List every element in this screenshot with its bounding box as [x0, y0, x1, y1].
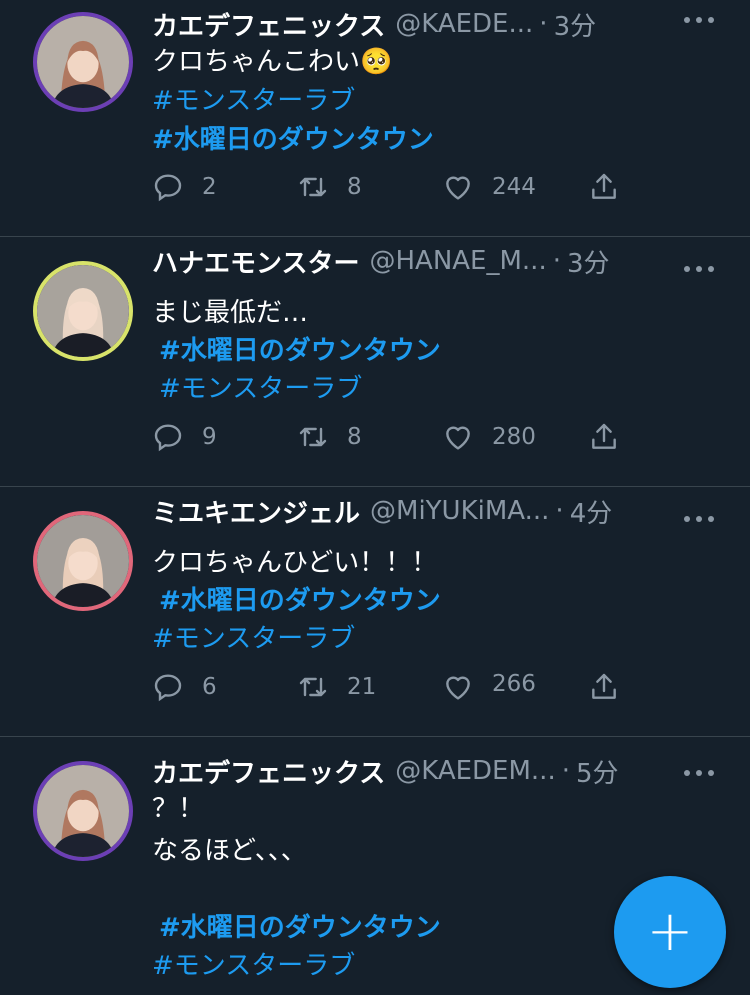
avatar-image	[37, 765, 129, 857]
share-icon	[592, 673, 616, 699]
avatar[interactable]	[33, 12, 133, 112]
retweet-count: 21	[347, 674, 377, 700]
user-handle[interactable]: @HANAE_M...	[369, 246, 546, 276]
avatar-image	[37, 515, 129, 607]
avatar-image	[37, 265, 129, 357]
retweet-count: 8	[347, 174, 362, 200]
retweet-icon	[299, 677, 327, 697]
hashtag-link[interactable]: #モンスターラブ	[152, 621, 355, 657]
hashtag-link[interactable]: #モンスターラブ	[159, 371, 362, 407]
hashtag-link[interactable]: #水曜日のダウンタウン	[152, 122, 434, 158]
timestamp[interactable]: 3分	[567, 243, 610, 280]
display-name[interactable]: ミユキエンジェル	[152, 493, 360, 530]
like-button[interactable]: 244	[442, 171, 536, 203]
reply-button[interactable]: 2	[152, 171, 217, 203]
share-icon	[592, 173, 616, 199]
avatar[interactable]	[33, 761, 133, 861]
reply-icon	[154, 424, 182, 452]
retweet-button[interactable]: 21	[297, 671, 376, 703]
timestamp[interactable]: 4分	[570, 493, 613, 530]
hashtag-link[interactable]: #モンスターラブ	[152, 83, 355, 119]
tweet-text: ？！	[152, 794, 205, 824]
retweet-icon	[299, 427, 327, 447]
tweet[interactable]: ミユキエンジェル @MiYUKiMA... · 4分 クロちゃんひどい！！！ #…	[0, 487, 750, 737]
like-icon	[446, 676, 470, 700]
reply-button[interactable]: 9	[152, 421, 217, 453]
separator: ·	[552, 246, 561, 276]
separator: ·	[539, 9, 548, 39]
retweet-icon	[299, 177, 327, 197]
retweet-button[interactable]: 8	[297, 421, 362, 453]
display-name[interactable]: ハナエモンスター	[152, 243, 359, 280]
reply-icon	[154, 174, 182, 202]
action-bar: 9 8 280	[0, 421, 750, 461]
like-count: 266	[492, 671, 536, 697]
tweet-text: クロちゃんこわい🥺	[152, 47, 393, 77]
reply-button[interactable]: 6	[152, 671, 217, 703]
reply-count: 9	[202, 424, 217, 450]
separator: ·	[555, 496, 564, 526]
share-button[interactable]	[588, 421, 638, 453]
reply-count: 2	[202, 174, 217, 200]
display-name[interactable]: カエデフェニックス	[152, 6, 385, 43]
user-handle[interactable]: @MiYUKiMA...	[370, 496, 549, 526]
more-icon[interactable]	[684, 509, 714, 529]
like-count: 244	[492, 174, 536, 200]
action-bar: 6 21 266	[0, 671, 750, 711]
tweet[interactable]: カエデフェニックス @KAEDE... · 3分 クロちゃんこわい🥺 #モンスタ…	[0, 0, 750, 237]
share-icon	[592, 423, 616, 449]
action-bar: 2 8 244	[0, 171, 750, 211]
share-button[interactable]	[588, 671, 638, 703]
hashtag-link[interactable]: #水曜日のダウンタウン	[159, 333, 441, 369]
retweet-button[interactable]: 8	[297, 171, 362, 203]
like-button[interactable]: 280	[442, 421, 536, 453]
hashtag-link[interactable]: #モンスターラブ	[152, 948, 355, 984]
display-name[interactable]: カエデフェニックス	[152, 753, 385, 790]
user-handle[interactable]: @KAEDE...	[395, 9, 533, 39]
reply-count: 6	[202, 674, 217, 700]
share-button[interactable]	[588, 171, 638, 203]
hashtag-link[interactable]: #水曜日のダウンタウン	[159, 910, 441, 946]
more-icon[interactable]	[684, 259, 714, 279]
more-icon[interactable]	[684, 10, 714, 30]
like-button[interactable]: 266	[442, 671, 536, 703]
more-icon[interactable]	[684, 763, 714, 783]
avatar[interactable]	[33, 261, 133, 361]
tweet-text: なるほど、、、	[152, 836, 307, 866]
user-handle[interactable]: @KAEDEM...	[395, 756, 555, 786]
tweet-text: クロちゃんひどい！！！	[152, 548, 438, 578]
separator: ·	[561, 756, 570, 786]
tweet-text: まじ最低だ…	[152, 298, 309, 328]
avatar[interactable]	[33, 511, 133, 611]
like-count: 280	[492, 424, 536, 450]
reply-icon	[154, 674, 182, 702]
avatar-image	[37, 16, 129, 108]
retweet-count: 8	[347, 424, 362, 450]
like-icon	[446, 176, 470, 200]
plus-icon: +	[646, 899, 694, 964]
timestamp[interactable]: 3分	[554, 6, 597, 43]
compose-tweet-button[interactable]: +	[614, 876, 726, 988]
tweet[interactable]: ハナエモンスター @HANAE_M... · 3分 まじ最低だ… #水曜日のダウ…	[0, 237, 750, 487]
like-icon	[446, 426, 470, 450]
timestamp[interactable]: 5分	[576, 753, 619, 790]
hashtag-link[interactable]: #水曜日のダウンタウン	[159, 583, 441, 619]
